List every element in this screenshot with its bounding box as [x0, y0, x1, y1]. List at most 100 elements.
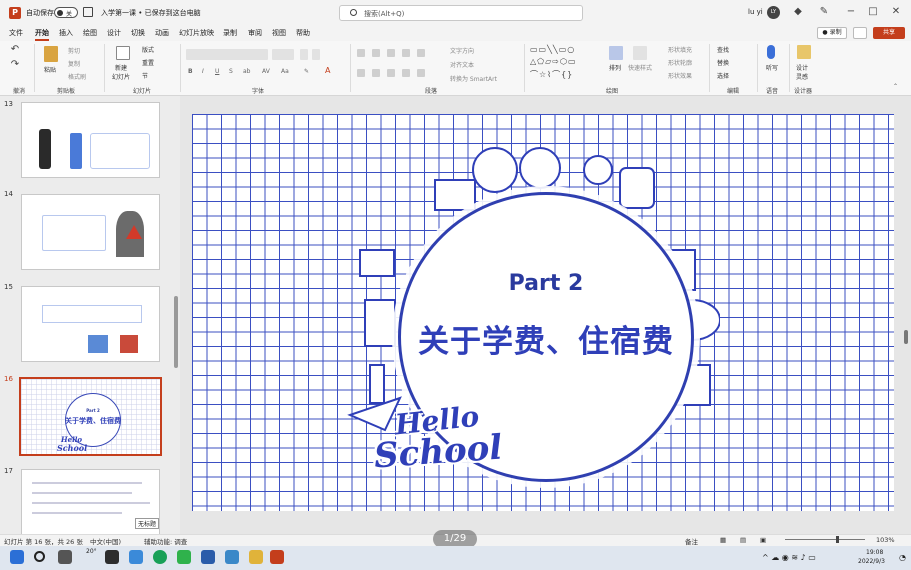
- tab-view[interactable]: 视图: [272, 28, 286, 38]
- slide-part-label[interactable]: Part 2: [398, 271, 694, 296]
- dictate-button[interactable]: 听写: [766, 63, 778, 72]
- change-case-icon[interactable]: Aa: [281, 68, 289, 75]
- slide-title[interactable]: 关于学费、住宿费: [390, 316, 702, 361]
- zoom-slider-knob[interactable]: [836, 536, 839, 543]
- select-button[interactable]: 选择: [717, 71, 729, 80]
- edge-icon[interactable]: [153, 550, 167, 564]
- notes-button[interactable]: 备注: [685, 536, 698, 546]
- share-button[interactable]: 共享: [873, 27, 905, 39]
- tab-record[interactable]: 录制: [223, 28, 237, 38]
- section-button[interactable]: 节: [142, 71, 148, 80]
- align-left-icon[interactable]: [357, 69, 365, 77]
- tab-animations[interactable]: 动画: [155, 28, 169, 38]
- copy-button[interactable]: 复制: [68, 59, 80, 68]
- zoom-level[interactable]: 103%: [876, 536, 895, 544]
- font-shrink-icon[interactable]: [312, 49, 320, 60]
- shape-outline-button[interactable]: 形状轮廓: [668, 58, 692, 67]
- search-input[interactable]: 搜索(Alt+Q): [339, 5, 583, 21]
- replace-button[interactable]: 替换: [717, 58, 729, 67]
- reset-button[interactable]: 重置: [142, 58, 154, 67]
- tab-insert[interactable]: 插入: [59, 28, 73, 38]
- highlight-icon[interactable]: ✎: [304, 68, 309, 75]
- italic-icon[interactable]: I: [202, 68, 204, 75]
- zoom-slider[interactable]: [785, 539, 865, 540]
- search-icon[interactable]: [34, 551, 45, 562]
- collapse-ribbon-icon[interactable]: ⌃: [893, 83, 898, 90]
- bold-icon[interactable]: B: [188, 68, 193, 75]
- windows-start-icon[interactable]: [10, 550, 24, 564]
- photos-icon[interactable]: [129, 550, 143, 564]
- undo-icon[interactable]: ↶: [9, 44, 21, 56]
- tab-design[interactable]: 设计: [107, 28, 121, 38]
- word-icon[interactable]: [201, 550, 215, 564]
- underline-icon[interactable]: U: [215, 68, 219, 75]
- clock-date[interactable]: 2022/9/3: [858, 558, 885, 565]
- convert-smartart-button[interactable]: 转换为 SmartArt: [450, 74, 497, 83]
- columns-icon[interactable]: [417, 69, 425, 77]
- language[interactable]: 中文(中国): [90, 536, 121, 546]
- file-explorer-icon[interactable]: [249, 550, 263, 564]
- char-spacing-2-icon[interactable]: AV: [262, 68, 270, 75]
- align-right-icon[interactable]: [387, 69, 395, 77]
- paste-icon[interactable]: [44, 46, 58, 62]
- close-icon[interactable]: ✕: [890, 6, 902, 18]
- paste-button[interactable]: 粘贴: [44, 65, 56, 74]
- maximize-icon[interactable]: □: [867, 6, 879, 18]
- task-view-icon[interactable]: [58, 550, 72, 564]
- quick-styles-button[interactable]: 快速样式: [628, 63, 652, 72]
- increase-indent-icon[interactable]: [402, 49, 410, 57]
- autosave-toggle[interactable]: 关: [54, 7, 78, 18]
- format-painter-button[interactable]: 格式刷: [68, 72, 86, 81]
- sorter-view-icon[interactable]: ▤: [740, 536, 746, 544]
- layout-button[interactable]: 版式: [142, 45, 154, 54]
- slide-thumbnail-14[interactable]: [21, 194, 160, 270]
- font-size-select[interactable]: [272, 49, 294, 60]
- shapes-gallery-row3[interactable]: ⌒☆⌇⌒{}: [530, 69, 573, 80]
- line-spacing-icon[interactable]: [417, 49, 425, 57]
- comment-button[interactable]: [853, 27, 867, 39]
- tray-icons[interactable]: ^ ☁ ◉ ≋ ♪ ▭: [762, 553, 816, 562]
- align-text-button[interactable]: 对齐文本: [450, 60, 474, 69]
- new-slide-icon[interactable]: [116, 46, 130, 60]
- text-direction-button[interactable]: 文字方向: [450, 46, 474, 55]
- diamond-icon[interactable]: ◆: [792, 6, 804, 18]
- weather-text[interactable]: 20°: [86, 548, 97, 555]
- strikethrough-icon[interactable]: S: [229, 68, 233, 75]
- tab-transitions[interactable]: 切换: [131, 28, 145, 38]
- thumbnail-scrollbar[interactable]: [174, 296, 178, 368]
- arrange-icon[interactable]: [609, 46, 623, 60]
- powerpoint-taskbar-icon[interactable]: [270, 550, 284, 564]
- microphone-icon[interactable]: [767, 45, 775, 59]
- shape-effects-button[interactable]: 形状效果: [668, 71, 692, 80]
- justify-icon[interactable]: [402, 69, 410, 77]
- accessibility-status[interactable]: 辅助功能: 调查: [144, 536, 187, 546]
- save-icon[interactable]: [83, 7, 93, 17]
- font-color-icon[interactable]: A: [325, 66, 330, 75]
- wechat-icon[interactable]: [177, 550, 191, 564]
- clock-time[interactable]: 19:08: [866, 549, 883, 556]
- pen-icon[interactable]: ✎: [818, 6, 830, 18]
- slide-thumbnail-15[interactable]: [21, 286, 160, 362]
- slide-thumbnail-13[interactable]: [21, 102, 160, 178]
- arrange-button[interactable]: 排列: [609, 63, 621, 72]
- tab-file[interactable]: 文件: [9, 28, 23, 38]
- bullets-icon[interactable]: [357, 49, 365, 57]
- redo-icon[interactable]: ↷: [9, 59, 21, 71]
- font-grow-icon[interactable]: [300, 49, 308, 60]
- align-center-icon[interactable]: [372, 69, 380, 77]
- tab-help[interactable]: 帮助: [296, 28, 310, 38]
- user-name[interactable]: lu yi: [748, 8, 763, 16]
- editor-scrollbar[interactable]: [904, 330, 908, 344]
- minimize-icon[interactable]: −: [845, 6, 857, 18]
- new-slide-button[interactable]: 新建 幻灯片: [112, 63, 130, 81]
- reading-view-icon[interactable]: ▣: [760, 536, 766, 544]
- font-family-select[interactable]: [186, 49, 268, 60]
- slide-thumbnail-panel[interactable]: 13 14 15 16 Part 2 关于学费、住宿费 Hello School…: [0, 96, 180, 534]
- qq-icon[interactable]: [105, 550, 119, 564]
- app-icon[interactable]: [225, 550, 239, 564]
- tab-draw[interactable]: 绘图: [83, 28, 97, 38]
- shapes-gallery-row2[interactable]: △⬠▱⇨⬡▭: [530, 57, 577, 66]
- document-title[interactable]: 入学第一课 • 已保存到这台电脑: [101, 8, 201, 18]
- slide-thumbnail-17[interactable]: 无标题: [21, 469, 160, 534]
- designer-icon[interactable]: [797, 45, 811, 59]
